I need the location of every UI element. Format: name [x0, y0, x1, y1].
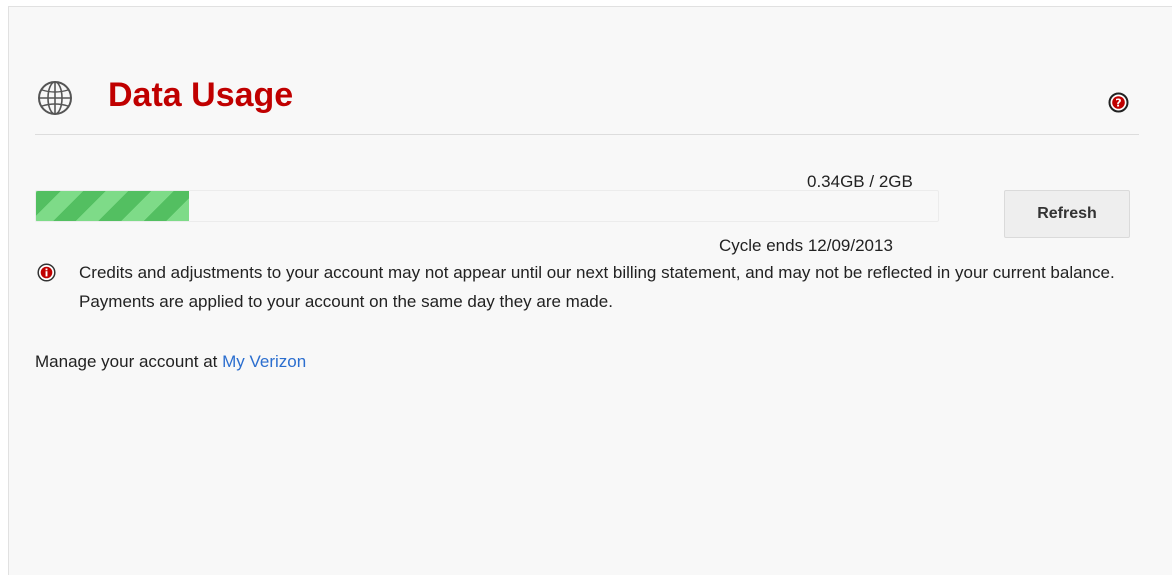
- usage-amount: 0.34GB / 2GB: [807, 172, 913, 191]
- data-usage-progress: [35, 190, 939, 222]
- billing-notice: Credits and adjustments to your account …: [35, 262, 1145, 316]
- my-verizon-link[interactable]: My Verizon: [222, 352, 306, 371]
- panel-header: Data Usage ?: [35, 72, 1139, 135]
- data-usage-progress-fill: [36, 191, 190, 221]
- data-usage-panel: Data Usage ? 0.34GB / 2GB Cycle ends 12/…: [8, 6, 1172, 575]
- billing-notice-text: Credits and adjustments to your account …: [79, 263, 1115, 311]
- manage-account-label: Manage your account at: [35, 352, 223, 371]
- manage-account: Manage your account at My Verizon: [35, 351, 306, 373]
- svg-text:?: ?: [1115, 96, 1121, 109]
- help-icon[interactable]: ?: [1108, 92, 1129, 113]
- cycle-end-date: Cycle ends 12/09/2013: [719, 236, 893, 255]
- page-title: Data Usage: [108, 76, 294, 114]
- refresh-button[interactable]: Refresh: [1004, 190, 1130, 238]
- info-icon: [37, 263, 56, 282]
- globe-icon: [38, 81, 72, 115]
